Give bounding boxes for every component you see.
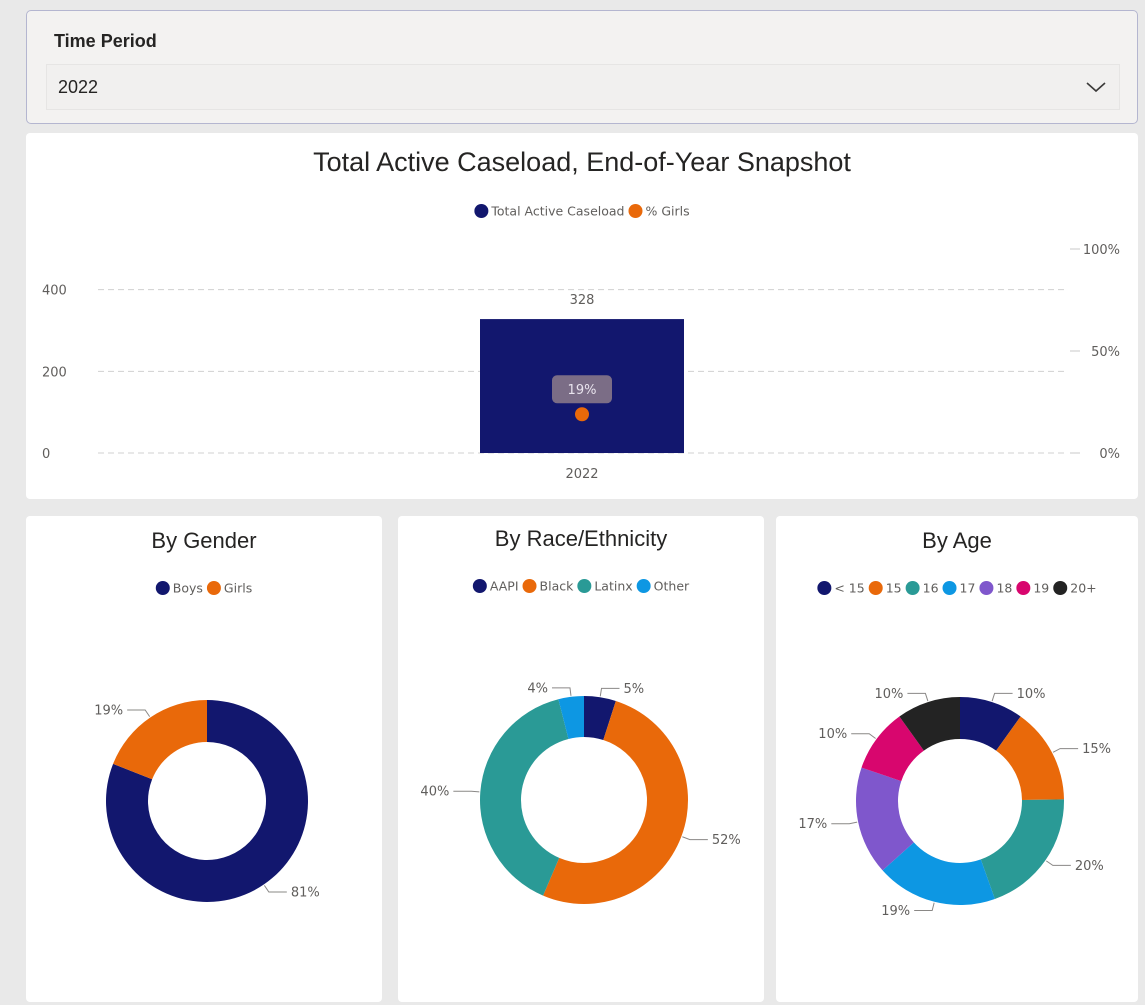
legend-label-aapi: AAPI (490, 579, 519, 594)
y2-tick-label-0pct: 0% (1099, 447, 1120, 462)
legend-dot-total-active-caseload (474, 204, 489, 218)
age-chart-card: By Age < 15 15 16 17 18 19 20+ 10% 15% 20% 19% 17% 1… (776, 516, 1138, 1002)
bar-value-label-2022: 328 (570, 293, 595, 308)
caseload-chart: Total Active Caseload % Girls 0 200 400 0% 50%… (42, 204, 1120, 483)
slice-value-label-16: 20% (1075, 859, 1104, 874)
caseload-chart-card: Total Active Caseload, End-of-Year Snaps… (26, 133, 1138, 499)
leader-line-15 (1052, 748, 1079, 753)
gender-chart-card: By Gender Boys Girls 81% 19% (26, 516, 382, 1002)
race-donut-chart: AAPI Black Latinx Other 5% 52% 40% 4% (420, 579, 741, 904)
slice-latinx (480, 699, 569, 896)
legend-dot-20-plus (1053, 581, 1068, 595)
slice-value-label-18: 17% (798, 817, 827, 832)
point-pct-girls-2022 (575, 407, 589, 422)
slice-value-label-15: 15% (1082, 742, 1111, 757)
slice-value-label-boys: 81% (291, 885, 320, 900)
legend-dot-19 (1016, 581, 1031, 595)
slice-value-label-20-plus: 10% (875, 687, 904, 702)
y2-tick-label-100pct: 100% (1083, 243, 1120, 258)
selected-time-period: 2022 (58, 77, 99, 97)
leader-line-black (682, 836, 708, 841)
leader-line-boys (263, 885, 287, 893)
chevron-down-icon[interactable] (1085, 80, 1107, 94)
leader-line-other (551, 687, 572, 696)
legend-label-girls: Girls (224, 581, 252, 596)
legend-dot-boys (155, 581, 170, 595)
slice-value-label-other: 4% (527, 681, 548, 696)
slice-value-label-black: 52% (712, 833, 741, 848)
leader-line-under-15 (991, 692, 1013, 702)
legend-label-under-15: < 15 (834, 581, 864, 596)
slice-value-label-latinx: 40% (420, 785, 449, 800)
gender-donut-chart: Boys Girls 81% 19% (94, 581, 320, 902)
age-donut-chart: < 15 15 16 17 18 19 20+ 10% 15% 20% 19% 17% 10% 10% (798, 581, 1111, 920)
legend-dot-16 (905, 581, 920, 595)
legend-label-pct-girls: % Girls (645, 204, 689, 219)
legend-dot-18 (979, 581, 994, 595)
point-value-label-2022: 19% (568, 383, 597, 398)
leader-line-18 (831, 821, 858, 825)
legend-label-15: 15 (886, 581, 902, 596)
race-chart-card: By Race/Ethnicity AAPI Black Latinx Other 5%… (398, 516, 764, 1002)
legend-dot-pct-girls (628, 204, 643, 218)
legend-label-boys: Boys (173, 581, 203, 596)
slice-value-label-aapi: 5% (624, 682, 645, 697)
leader-line-19 (851, 733, 876, 739)
slice-16 (980, 799, 1064, 899)
x-tick-label-2022: 2022 (565, 467, 598, 482)
legend-dot-15 (868, 581, 883, 595)
leader-line-girls (127, 709, 151, 717)
slice-value-label-19: 10% (818, 727, 847, 742)
y-tick-label-0: 0 (42, 447, 50, 462)
time-period-dropdown[interactable]: 2022 (46, 64, 1120, 110)
legend-label-18: 18 (996, 581, 1012, 596)
legend-label-20-plus: 20+ (1070, 581, 1096, 596)
legend-dot-black (522, 579, 537, 593)
slice-value-label-girls: 19% (94, 704, 123, 719)
y-tick-label-400: 400 (42, 284, 67, 299)
legend-label-other: Other (654, 579, 690, 594)
legend-label-total-active-caseload: Total Active Caseload (490, 204, 624, 219)
legend-dot-aapi (472, 579, 487, 593)
leader-line-17 (914, 902, 935, 912)
legend-dot-girls (206, 581, 221, 595)
legend-dot-other (636, 579, 651, 593)
y-tick-label-200: 200 (42, 365, 67, 380)
leader-line-aapi (599, 687, 620, 697)
legend-label-17: 17 (960, 581, 976, 596)
leader-line-16 (1045, 860, 1071, 866)
legend-dot-latinx (577, 579, 592, 593)
legend-label-latinx: Latinx (594, 579, 632, 594)
slice-value-label-17: 19% (881, 904, 910, 919)
legend-label-16: 16 (923, 581, 939, 596)
legend-label-19: 19 (1033, 581, 1049, 596)
slice-girls (113, 700, 207, 780)
time-period-slicer: Time Period 2022 (26, 10, 1138, 124)
legend-dot-17 (942, 581, 957, 595)
legend-label-black: Black (540, 579, 575, 594)
leader-line-20-plus (907, 692, 929, 702)
legend-dot-under-15 (817, 581, 832, 595)
slice-value-label-under-15: 10% (1017, 687, 1046, 702)
y2-tick-label-50pct: 50% (1091, 345, 1120, 360)
leader-line-latinx (453, 790, 480, 793)
slicer-title: Time Period (54, 31, 157, 51)
